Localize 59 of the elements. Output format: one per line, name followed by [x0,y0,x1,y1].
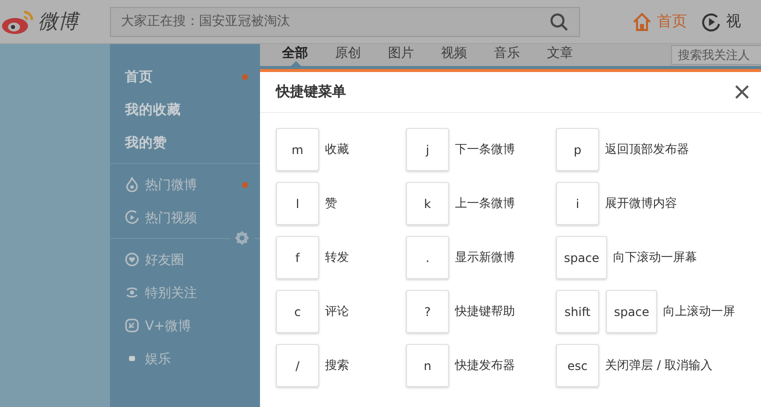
shortcut-label: 显示新微博 [455,249,515,266]
sidebar-item[interactable]: 我的收藏 [110,93,260,126]
nav-link[interactable]: 首页 [632,12,687,32]
dialog-title: 快捷键菜单 [276,83,347,101]
shortcut-label: 评论 [325,303,349,320]
key-cap: c [276,290,319,333]
flame-icon [125,177,139,192]
key-cap: ? [406,290,449,333]
key-cap: i [556,182,599,225]
key-cap: shift [556,290,599,333]
sidebar-item[interactable]: 首页 [110,60,260,93]
video-icon [701,12,721,32]
shortcut-label: 返回顶部发布器 [605,141,689,158]
shortcut-label: 展开微博内容 [605,195,677,212]
shortcut-label: 向上滚动一屏 [663,303,736,320]
search-icon[interactable] [550,12,568,30]
sidebar-item[interactable]: 好友圈 [110,243,260,276]
eye-icon [125,285,139,300]
key-cap: j [406,128,449,171]
shortcut-label: 关闭弹层 / 取消输入 [605,357,713,374]
logo-text[interactable]: 微博 [38,8,78,35]
search-field[interactable]: 大家正在搜：国安亚冠被淘汰 [110,6,580,36]
key-cap: / [276,344,319,387]
sidebar-item[interactable]: 娱乐 [110,342,260,375]
shortcut-label: 上一条微博 [455,195,515,212]
shortcut-label: 快捷发布器 [455,357,515,374]
key-cap: esc [556,344,599,387]
close-icon[interactable] [735,85,749,99]
sidebar-item[interactable]: 热门微博 [110,168,260,201]
shortcut-label: 收藏 [325,141,349,158]
key-cap: n [406,344,449,387]
shortcut-label: 快捷键帮助 [455,303,515,320]
feed-tab[interactable]: 文章 [547,44,600,66]
feed-tab[interactable]: 全部 [282,44,335,66]
key-cap: . [406,236,449,279]
key-cap: f [276,236,319,279]
key-cap: p [556,128,599,171]
nav-link[interactable]: 视 [701,12,741,32]
search-field[interactable]: 搜索我关注人 [671,45,761,65]
key-cap: k [406,182,449,225]
feed-tab[interactable]: 音乐 [494,44,547,66]
key-cap: l [276,182,319,225]
key-cap: m [276,128,319,171]
shortcut-label: 搜索 [325,357,349,374]
sidebar-item[interactable]: V+微博 [110,309,260,342]
feed-tab[interactable]: 图片 [388,44,441,66]
play-icon [125,210,139,225]
shortcut-label: 转发 [325,249,349,266]
sidebar-item[interactable]: 我的赞 [110,126,260,159]
sidebar-item[interactable]: 特别关注 [110,276,260,309]
home-icon [632,12,652,32]
shortcut-label: 向下滚动一屏幕 [613,249,698,266]
shortcut-label: 下一条微博 [455,141,515,158]
feed-tab[interactable]: 原创 [335,44,388,66]
key-cap: space [606,290,658,333]
feed-tab[interactable]: 视频 [441,44,494,66]
key-cap: space [556,236,608,279]
shortcut-label: 赞 [325,195,337,212]
sidebar-item[interactable]: 热门视频 [110,201,260,234]
